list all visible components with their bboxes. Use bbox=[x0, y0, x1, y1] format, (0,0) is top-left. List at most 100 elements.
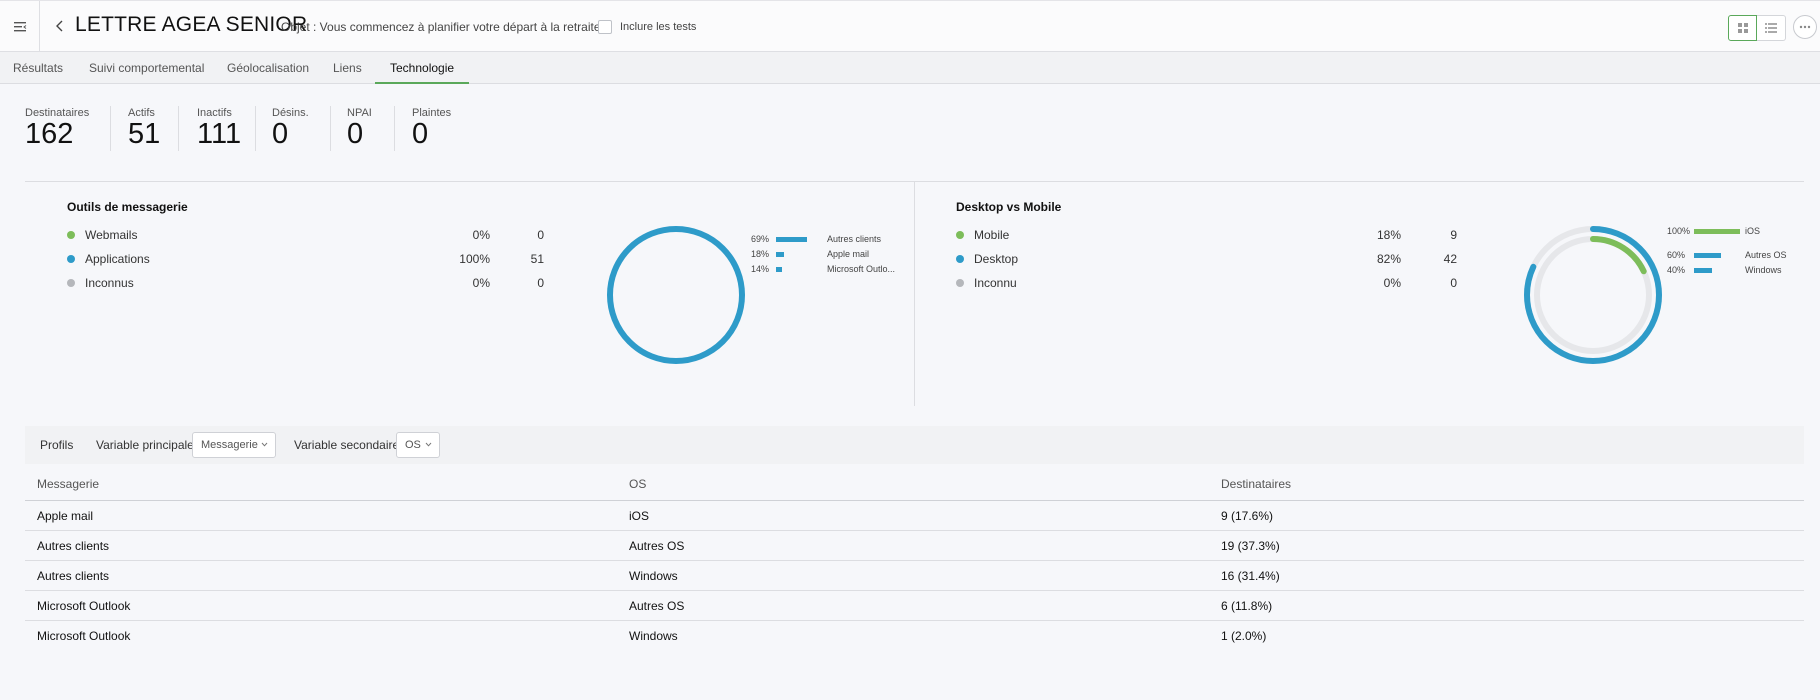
legend-dot bbox=[67, 255, 75, 263]
tab-suivi-comportemental[interactable]: Suivi comportemental bbox=[89, 52, 204, 84]
client-legend-row: 69% Autres clients bbox=[751, 234, 901, 246]
legend-name: Webmails bbox=[85, 228, 138, 242]
legend-pct: 0% bbox=[1383, 276, 1401, 290]
stat-divider bbox=[255, 106, 256, 151]
tab-liens[interactable]: Liens bbox=[333, 52, 362, 84]
device-panel-title: Desktop vs Mobile bbox=[956, 200, 1062, 214]
os-bar bbox=[1694, 253, 1721, 258]
legend-count: 0 bbox=[537, 228, 544, 242]
os-name: Autres OS bbox=[1745, 250, 1787, 260]
donut-ring-applications bbox=[607, 226, 745, 364]
primary-variable-select[interactable]: Messagerie bbox=[192, 432, 276, 458]
tab-geolocalisation[interactable]: Géolocalisation bbox=[227, 52, 309, 84]
legend-dot bbox=[956, 231, 964, 239]
stat-inactifs: Inactifs 111 bbox=[197, 107, 241, 149]
list-icon bbox=[1765, 23, 1777, 33]
cell-destinataires: 6 (11.8%) bbox=[1221, 599, 1273, 613]
os-legend-row: 40% Windows bbox=[1667, 265, 1817, 277]
client-legend-row: 14% Microsoft Outlo... bbox=[751, 264, 901, 276]
client-pct: 18% bbox=[751, 249, 770, 259]
primary-variable-label: Variable principale bbox=[96, 438, 194, 452]
client-bar bbox=[776, 252, 784, 257]
secondary-variable-label: Variable secondaire bbox=[294, 438, 400, 452]
column-header-destinataires[interactable]: Destinataires bbox=[1221, 477, 1291, 491]
os-bar bbox=[1694, 268, 1712, 273]
messaging-panel-title: Outils de messagerie bbox=[67, 200, 188, 214]
os-legend-row: 60% Autres OS bbox=[1667, 250, 1817, 262]
os-pct: 40% bbox=[1667, 265, 1686, 275]
legend-name: Inconnu bbox=[974, 276, 1017, 290]
stat-value: 0 bbox=[412, 118, 429, 150]
grid-view-button[interactable] bbox=[1728, 15, 1757, 41]
legend-pct: 0% bbox=[472, 228, 490, 242]
back-arrow-icon[interactable] bbox=[52, 15, 68, 37]
client-legend-row: 18% Apple mail bbox=[751, 249, 901, 261]
client-pct: 14% bbox=[751, 264, 770, 274]
secondary-variable-select[interactable]: OS bbox=[396, 432, 440, 458]
stat-desins: Désins. 0 bbox=[272, 107, 309, 149]
legend-name: Mobile bbox=[974, 228, 1010, 242]
cell-destinataires: 9 (17.6%) bbox=[1221, 509, 1274, 523]
cell-destinataires: 16 (31.4%) bbox=[1221, 569, 1280, 583]
client-name: Apple mail bbox=[827, 249, 870, 259]
legend-name: Desktop bbox=[974, 252, 1019, 266]
legend-name: Applications bbox=[85, 252, 150, 266]
cell-os: Autres OS bbox=[629, 599, 685, 613]
table-row: Microsoft Outlook Autres OS 6 (11.8%) bbox=[25, 591, 1804, 621]
legend-dot bbox=[67, 279, 75, 287]
stat-divider bbox=[330, 106, 331, 151]
secondary-variable-value: OS bbox=[405, 439, 421, 451]
legend-pct: 18% bbox=[1376, 228, 1401, 242]
tab-resultats[interactable]: Résultats bbox=[13, 52, 63, 84]
legend-name: Inconnus bbox=[85, 276, 134, 290]
cell-messagerie: Microsoft Outlook bbox=[37, 599, 131, 613]
list-view-button[interactable] bbox=[1757, 15, 1786, 41]
cell-os: Autres OS bbox=[629, 539, 685, 553]
os-name: iOS bbox=[1745, 226, 1761, 236]
chevron-down-icon bbox=[261, 442, 268, 447]
legend-count: 9 bbox=[1450, 228, 1457, 242]
cell-messagerie: Apple mail bbox=[37, 509, 94, 523]
grid-icon bbox=[1737, 23, 1748, 33]
panels-vertical-divider bbox=[914, 182, 915, 406]
stat-value: 111 bbox=[197, 118, 242, 150]
tab-technologie[interactable]: Technologie bbox=[375, 52, 470, 84]
os-pct: 100% bbox=[1667, 226, 1691, 236]
legend-pct: 0% bbox=[472, 276, 490, 290]
stat-divider bbox=[178, 106, 179, 151]
include-tests-label[interactable]: Inclure les tests bbox=[620, 21, 696, 33]
menu-icon[interactable] bbox=[0, 1, 40, 52]
include-tests-checkbox[interactable] bbox=[598, 20, 612, 34]
table-row: Autres clients Autres OS 19 (37.3%) bbox=[25, 531, 1804, 561]
cell-messagerie: Autres clients bbox=[37, 539, 110, 553]
column-header-os[interactable]: OS bbox=[629, 477, 646, 491]
client-pct: 69% bbox=[751, 234, 770, 244]
column-header-messagerie[interactable]: Messagerie bbox=[37, 477, 99, 491]
table-row: Microsoft Outlook Windows 1 (2.0%) bbox=[25, 621, 1804, 651]
cell-messagerie: Microsoft Outlook bbox=[37, 629, 131, 643]
legend-pct: 82% bbox=[1376, 252, 1401, 266]
legend-row-applications: Applications 100% 51 bbox=[67, 251, 547, 267]
legend-row-desktop: Desktop 82% 42 bbox=[956, 251, 1457, 267]
more-options-icon[interactable] bbox=[1793, 15, 1817, 39]
stat-value: 0 bbox=[272, 118, 289, 150]
cell-os: Windows bbox=[629, 569, 678, 583]
cell-messagerie: Autres clients bbox=[37, 569, 110, 583]
os-bar bbox=[1694, 229, 1740, 234]
cell-os: iOS bbox=[629, 509, 650, 523]
legend-dot bbox=[956, 279, 964, 287]
cell-destinataires: 19 (37.3%) bbox=[1221, 539, 1280, 553]
profiles-toolbar: Profils Variable principale Messagerie V… bbox=[25, 426, 1804, 464]
legend-count: 0 bbox=[1450, 276, 1457, 290]
stat-value: 51 bbox=[128, 118, 161, 150]
legend-count: 0 bbox=[537, 276, 544, 290]
legend-dot bbox=[67, 231, 75, 239]
stat-value: 0 bbox=[347, 118, 364, 150]
device-donut-chart bbox=[1524, 226, 1662, 364]
cell-os: Windows bbox=[629, 629, 678, 643]
legend-pct: 100% bbox=[459, 252, 490, 266]
legend-row-inconnu: Inconnu 0% 0 bbox=[956, 275, 1457, 291]
stat-npai: NPAI 0 bbox=[347, 107, 372, 149]
client-bar bbox=[776, 237, 807, 242]
client-bar bbox=[776, 267, 782, 272]
